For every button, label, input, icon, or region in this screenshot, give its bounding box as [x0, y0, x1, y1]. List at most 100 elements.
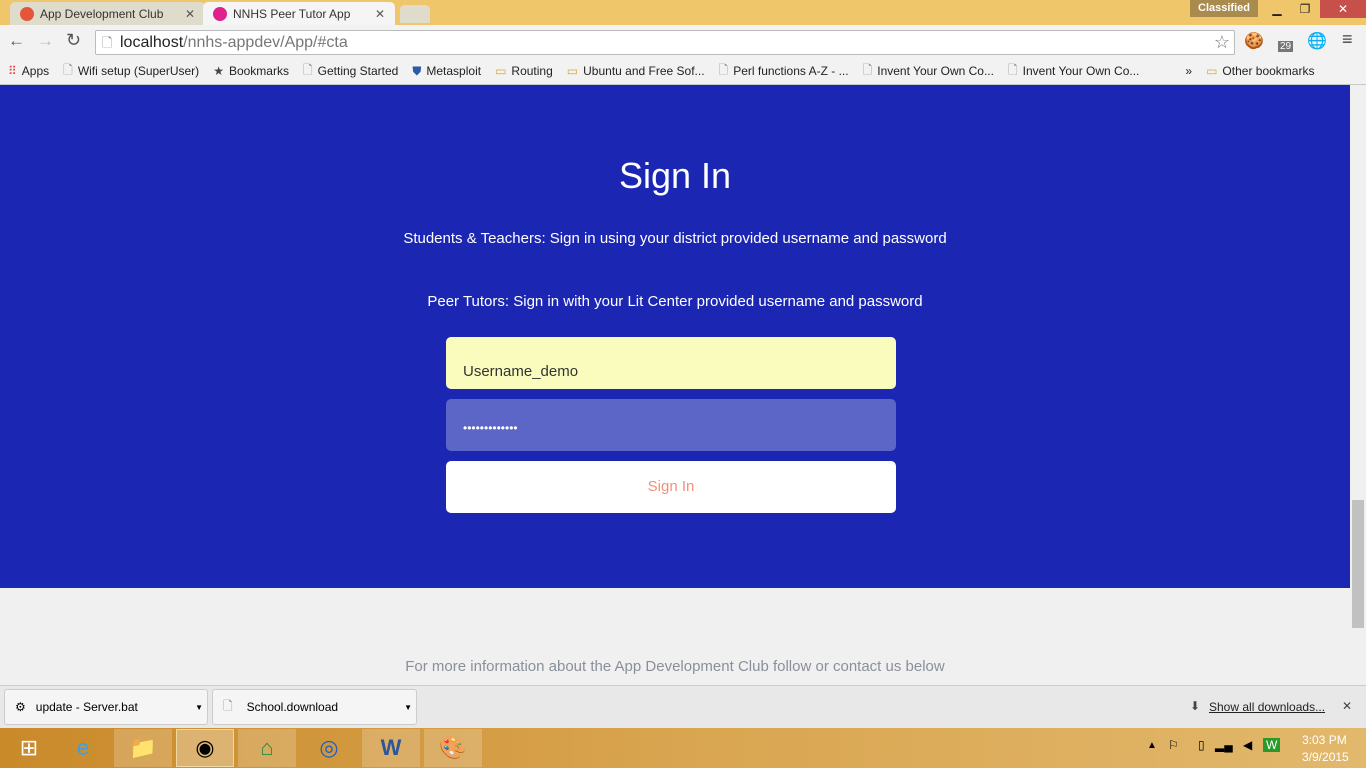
bookmarks-overflow-button[interactable]: »	[1185, 64, 1192, 78]
clock-time[interactable]: 3:03 PM	[1302, 733, 1347, 747]
network-icon[interactable]: ▂▄	[1215, 738, 1233, 752]
new-tab-button[interactable]	[400, 5, 430, 23]
star-icon: ★	[213, 64, 224, 78]
tutors-instructions: Peer Tutors: Sign in with your Lit Cente…	[427, 293, 923, 310]
tab-peer-tutor-app[interactable]: NNHS Peer Tutor App ✕	[203, 2, 395, 25]
extension-badge[interactable]: 29	[1278, 41, 1294, 52]
bookmark-label: Perl functions A-Z - ...	[733, 64, 849, 78]
page-title: Sign In	[618, 155, 732, 196]
file-explorer-icon[interactable]: 📁	[114, 729, 172, 767]
bat-file-icon: ⚙	[15, 700, 26, 714]
minimize-button[interactable]: ▁	[1262, 0, 1292, 18]
word-icon[interactable]: W	[362, 729, 420, 767]
profile-badge: Classified	[1190, 0, 1258, 17]
tray-app-icon[interactable]: W	[1263, 738, 1281, 752]
close-tab-icon[interactable]: ✕	[185, 7, 195, 21]
bookmark-item[interactable]: 🗋 Getting Started	[303, 61, 398, 82]
app-icon[interactable]: ◎	[300, 729, 358, 767]
scrollbar-thumb[interactable]	[1352, 500, 1364, 628]
footer-text: For more information about the App Devel…	[405, 658, 945, 675]
bookmark-item[interactable]: ⛊ Metasploit	[412, 64, 481, 79]
bookmark-label: Getting Started	[317, 64, 399, 78]
download-name: School.download	[246, 700, 339, 714]
address-bar[interactable]: 🗋 localhost/nnhs-appdev/App/#cta ☆	[95, 30, 1235, 55]
bookmark-item[interactable]: 🗋 Invent Your Own Co...	[863, 61, 994, 82]
bookmark-item[interactable]: 🗋 Perl functions A-Z - ...	[719, 61, 849, 82]
flag-icon[interactable]: ⚐	[1168, 738, 1179, 752]
globe-extension-icon[interactable]: 🌐	[1307, 31, 1327, 51]
tab-title: NNHS Peer Tutor App	[233, 6, 351, 21]
bookmark-folder[interactable]: ▭ Routing	[495, 64, 553, 78]
bookmark-label: Invent Your Own Co...	[877, 64, 994, 78]
clock-date[interactable]: 3/9/2015	[1302, 750, 1349, 764]
tab-favicon-icon	[20, 6, 34, 21]
page-icon: 🗋	[1007, 62, 1018, 77]
tab-app-development-club[interactable]: App Development Club ✕	[10, 2, 205, 25]
page-content: Sign In Students & Teachers: Sign in usi…	[0, 85, 1350, 685]
taskbar: ⊞ e 📁 ◉ ⌂ ◎ W 🎨 ▲ ⚐ ▯ ▂▄ ◀ W 3:03 PM 3/9…	[0, 728, 1366, 768]
chevron-down-icon[interactable]: ▼	[404, 703, 412, 712]
tray-overflow-icon[interactable]: ▲	[1147, 740, 1157, 751]
url-host: localhost	[120, 34, 184, 51]
cookie-extension-icon[interactable]: 🍪	[1244, 31, 1264, 51]
bookmark-folder[interactable]: ▭ Ubuntu and Free Sof...	[567, 64, 705, 78]
folder-icon: ▭	[566, 64, 579, 78]
username-input[interactable]: Username_demo	[446, 337, 896, 389]
paint-icon[interactable]: 🎨	[424, 729, 482, 767]
url-path: /nnhs-appdev/App/#cta	[183, 34, 348, 51]
bookmark-label: Routing	[511, 64, 553, 78]
downloads-shelf: ⚙ update - Server.bat ▼ 🗋 School.download ▼ …	[0, 685, 1366, 728]
download-arrow-icon: ⬇	[1190, 699, 1201, 713]
apps-grid-icon: ⠿	[8, 64, 17, 78]
bookmark-label: Invent Your Own Co...	[1022, 64, 1140, 78]
internet-explorer-icon[interactable]: e	[54, 729, 112, 767]
bookmark-item[interactable]: 🗋 Invent Your Own Co...	[1008, 61, 1139, 82]
close-shelf-icon[interactable]: ✕	[1342, 699, 1352, 713]
tab-title: App Development Club	[40, 6, 164, 21]
menu-icon[interactable]: ≡	[1342, 29, 1353, 50]
page-icon: 🗋	[102, 35, 113, 50]
bookmark-label: Metasploit	[426, 64, 482, 78]
sign-in-button[interactable]: Sign In	[446, 461, 896, 513]
title-bar: App Development Club ✕ NNHS Peer Tutor Ap…	[0, 0, 1366, 25]
show-all-downloads-link[interactable]: Show all downloads...	[1209, 700, 1325, 714]
tab-favicon-icon	[213, 6, 227, 21]
start-button[interactable]: ⊞	[0, 729, 58, 767]
page-icon: 🗋	[302, 62, 313, 77]
bookmark-label: Other bookmarks	[1222, 64, 1315, 78]
reload-icon[interactable]: ↻	[66, 30, 81, 51]
sign-in-section: Sign In Students & Teachers: Sign in usi…	[0, 85, 1350, 588]
back-icon[interactable]: ←	[8, 31, 25, 51]
volume-icon[interactable]: ◀	[1243, 738, 1252, 752]
students-instructions: Students & Teachers: Sign in using your …	[403, 230, 947, 247]
bookmark-star-icon[interactable]: ☆	[1214, 31, 1230, 54]
close-tab-icon[interactable]: ✕	[375, 7, 385, 21]
bookmark-label: Wifi setup (SuperUser)	[77, 64, 200, 78]
download-name: update - Server.bat	[35, 700, 138, 714]
folder-icon: ▭	[1206, 64, 1218, 78]
metasploit-icon: ⛊	[412, 63, 422, 78]
bookmark-label: Apps	[21, 64, 50, 78]
battery-icon[interactable]: ▯	[1198, 738, 1205, 752]
download-item[interactable]: ⚙ update - Server.bat ▼	[4, 689, 208, 725]
bookmark-item[interactable]: 🗋 Wifi setup (SuperUser)	[63, 61, 199, 82]
bookmarks-bar: ⠿ Apps 🗋 Wifi setup (SuperUser) ★ Bookmarks…	[0, 58, 1366, 85]
page-icon: 🗋	[63, 62, 73, 77]
forward-icon[interactable]: →	[37, 31, 54, 51]
bookmark-apps[interactable]: ⠿ Apps	[8, 64, 49, 78]
chevron-down-icon[interactable]: ▼	[195, 703, 203, 712]
file-icon: 🗋	[223, 698, 233, 713]
page-icon: 🗋	[718, 62, 729, 77]
app-icon[interactable]: ⌂	[238, 729, 296, 767]
close-window-button[interactable]: ✕	[1320, 0, 1366, 18]
download-item[interactable]: 🗋 School.download ▼	[212, 689, 417, 725]
bookmark-label: Bookmarks	[228, 64, 289, 78]
restore-button[interactable]: ❐	[1290, 0, 1320, 18]
password-input[interactable]: •••••••••••••	[446, 399, 896, 451]
chrome-icon[interactable]: ◉	[176, 729, 234, 767]
bookmark-item[interactable]: ★ Bookmarks	[213, 64, 289, 78]
page-icon: 🗋	[862, 62, 873, 77]
bookmark-label: Ubuntu and Free Sof...	[583, 64, 705, 78]
folder-icon: ▭	[495, 64, 507, 78]
other-bookmarks[interactable]: ▭ Other bookmarks	[1206, 64, 1314, 78]
